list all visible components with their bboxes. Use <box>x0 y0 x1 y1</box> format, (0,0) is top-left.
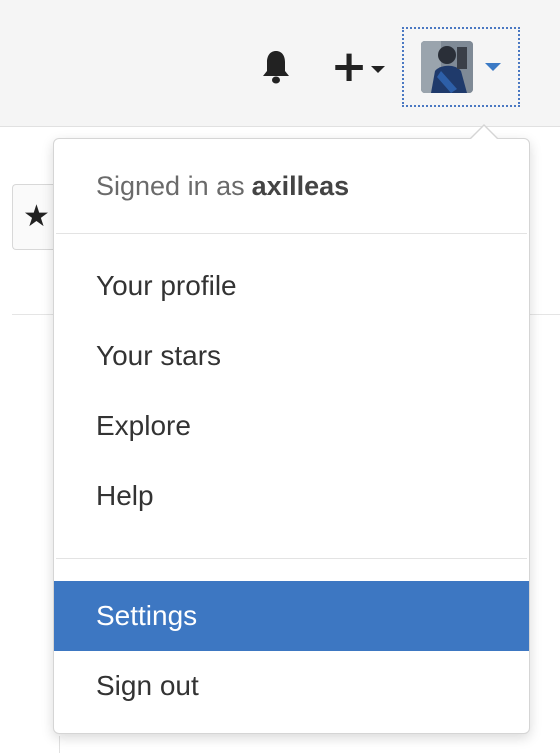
menu-item-sign-out[interactable]: Sign out <box>54 651 529 721</box>
plus-icon: + <box>330 41 368 92</box>
chevron-down-icon <box>485 63 501 71</box>
username: axilleas <box>251 170 350 201</box>
menu-item-your-profile[interactable]: Your profile <box>54 251 529 321</box>
user-menu-button[interactable] <box>402 27 520 107</box>
bell-icon <box>263 51 289 84</box>
menu-item-help[interactable]: Help <box>54 461 529 531</box>
chevron-down-icon <box>371 65 386 73</box>
menu-item-explore[interactable]: Explore <box>54 391 529 461</box>
notifications-button[interactable] <box>256 37 296 97</box>
menu-group-primary: Your profile Your stars Explore Help <box>54 234 529 558</box>
menu-item-settings[interactable]: Settings <box>54 581 529 651</box>
user-dropdown-menu: Signed in as axilleas Your profile Your … <box>53 124 530 734</box>
dropdown-pointer <box>470 126 498 140</box>
top-header: + <box>0 0 560 127</box>
menu-item-your-stars[interactable]: Your stars <box>54 321 529 391</box>
divider <box>59 736 60 753</box>
signed-in-label: Signed in as <box>96 170 245 201</box>
header-actions: + <box>256 27 520 107</box>
create-new-button[interactable]: + <box>326 37 390 97</box>
star-icon: ★ <box>23 200 50 233</box>
avatar <box>421 41 473 93</box>
menu-group-secondary: Settings Sign out <box>54 559 529 721</box>
signed-in-header: Signed in as axilleas <box>54 139 529 233</box>
